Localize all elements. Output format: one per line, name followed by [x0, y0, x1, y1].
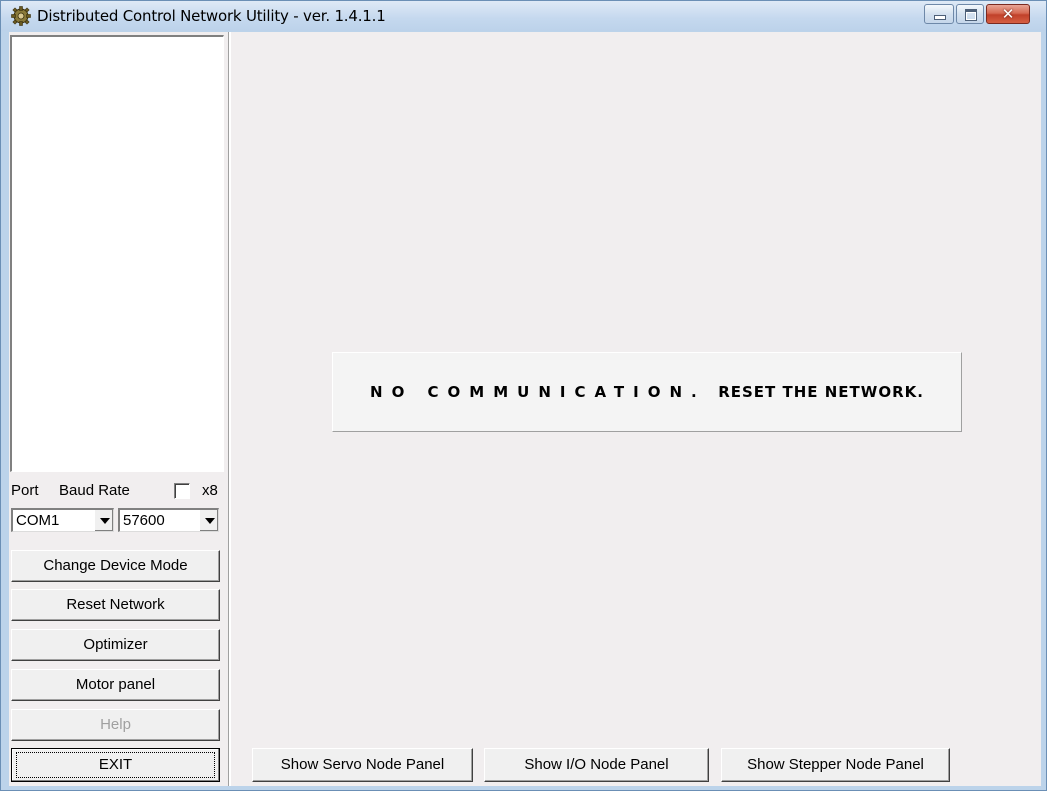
status-message-part1: NO COMMUNICATION.	[370, 383, 706, 401]
app-window: Distributed Control Network Utility - ve…	[0, 0, 1047, 791]
exit-button[interactable]: EXIT	[11, 748, 220, 782]
help-label: Help	[100, 716, 131, 733]
reset-network-label: Reset Network	[66, 596, 165, 613]
chevron-down-icon[interactable]	[94, 510, 113, 531]
status-message: NO COMMUNICATION. RESET THE NETWORK.	[333, 383, 961, 401]
show-stepper-node-panel-label: Show Stepper Node Panel	[747, 756, 924, 773]
show-io-node-panel-button[interactable]: Show I/O Node Panel	[484, 748, 709, 782]
close-button[interactable]: ✕	[986, 4, 1030, 24]
minimize-button[interactable]	[924, 4, 954, 24]
show-servo-node-panel-label: Show Servo Node Panel	[280, 756, 445, 773]
change-device-mode-label: Change Device Mode	[43, 557, 188, 574]
port-select[interactable]: COM1	[11, 508, 114, 532]
motor-panel-button[interactable]: Motor panel	[11, 669, 220, 701]
x8-checkbox[interactable]	[174, 483, 190, 499]
baud-rate-select[interactable]: 57600	[118, 508, 219, 532]
baud-rate-select-value: 57600	[123, 512, 165, 529]
window-title: Distributed Control Network Utility - ve…	[37, 7, 386, 25]
title-bar[interactable]: Distributed Control Network Utility - ve…	[1, 1, 1046, 31]
gear-icon[interactable]	[11, 6, 31, 26]
focus-ring	[16, 752, 215, 778]
optimizer-label: Optimizer	[83, 636, 148, 653]
maximize-icon	[965, 9, 977, 21]
show-io-node-panel-label: Show I/O Node Panel	[524, 756, 669, 773]
x8-label: x8	[202, 482, 218, 499]
close-icon: ✕	[1001, 5, 1015, 23]
status-message-box: NO COMMUNICATION. RESET THE NETWORK.	[332, 352, 962, 432]
status-message-part2: RESET THE NETWORK.	[718, 383, 924, 401]
client-area: Port Baud Rate x8 COM1 57600 Change Devi…	[9, 32, 1041, 786]
baud-rate-label: Baud Rate	[59, 482, 130, 499]
motor-panel-label: Motor panel	[75, 676, 156, 693]
show-servo-node-panel-button[interactable]: Show Servo Node Panel	[252, 748, 473, 782]
show-stepper-node-panel-button[interactable]: Show Stepper Node Panel	[721, 748, 950, 782]
reset-network-button[interactable]: Reset Network	[11, 589, 220, 621]
optimizer-button[interactable]: Optimizer	[11, 629, 220, 661]
panel-divider	[228, 32, 231, 786]
help-button[interactable]: Help	[11, 709, 220, 741]
port-select-value: COM1	[16, 512, 60, 529]
port-label: Port	[11, 482, 39, 499]
device-list[interactable]	[10, 35, 224, 472]
maximize-button[interactable]	[956, 4, 984, 24]
change-device-mode-button[interactable]: Change Device Mode	[11, 550, 220, 582]
chevron-down-icon[interactable]	[199, 510, 218, 531]
minimize-icon	[934, 15, 946, 20]
